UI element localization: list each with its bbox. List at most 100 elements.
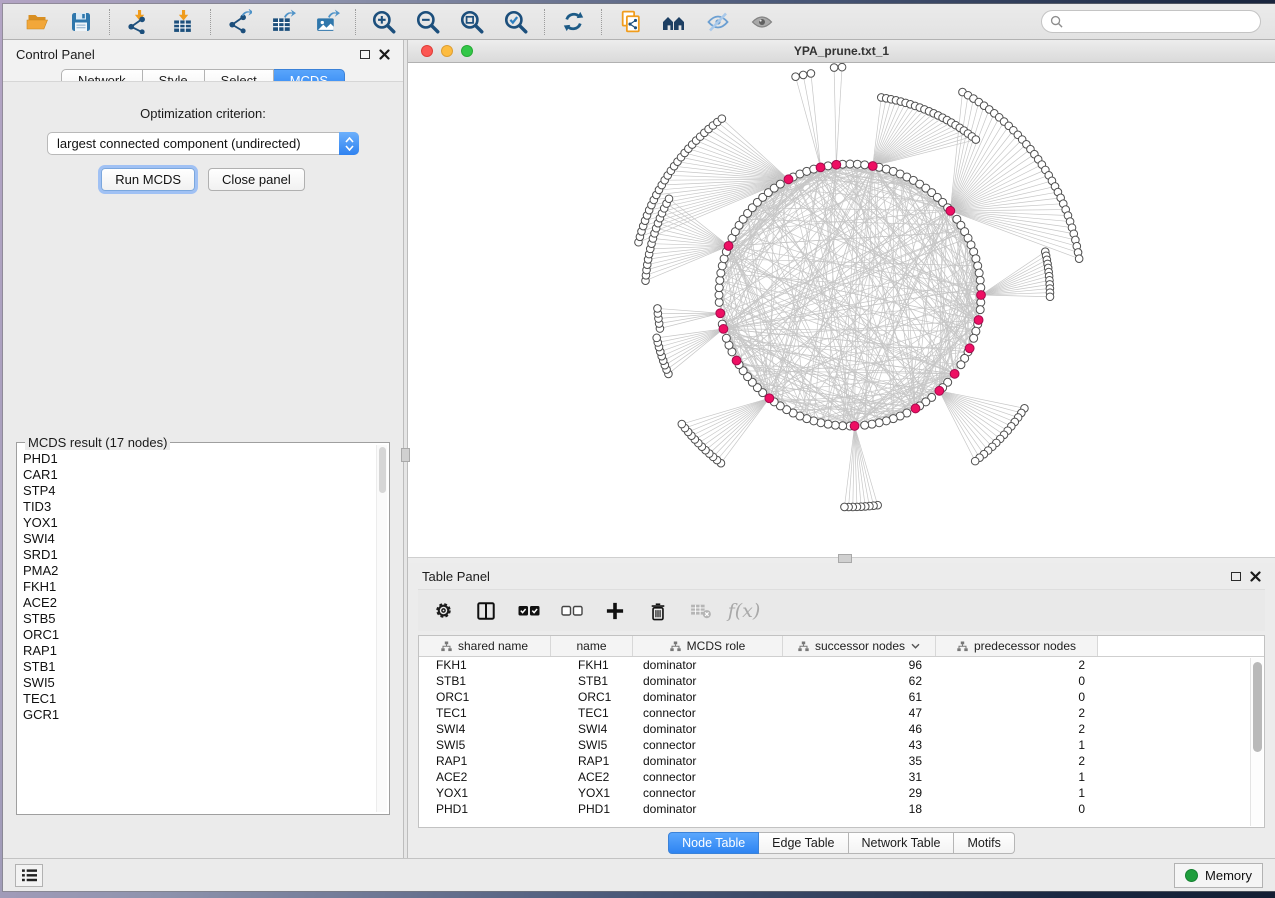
list-item[interactable]: CAR1 <box>23 467 375 483</box>
deselect-all-button[interactable] <box>561 599 583 623</box>
table-cell: 1 <box>936 786 1098 800</box>
table-panel-float-icon[interactable] <box>1231 572 1241 581</box>
list-item[interactable]: TID3 <box>23 499 375 515</box>
add-column-button[interactable] <box>604 599 626 623</box>
column-header-successor-nodes[interactable]: successor nodes <box>783 636 936 656</box>
hide-selected-button[interactable] <box>703 8 733 36</box>
table-cell: RAP1 <box>419 754 551 768</box>
window-zoom-icon[interactable] <box>461 45 473 57</box>
list-item[interactable]: FKH1 <box>23 579 375 595</box>
table-row[interactable]: PHD1PHD1dominator180 <box>419 801 1264 817</box>
table-row[interactable]: ORC1ORC1dominator610 <box>419 689 1264 705</box>
list-item[interactable]: ORC1 <box>23 627 375 643</box>
column-header-predecessor-nodes[interactable]: predecessor nodes <box>936 636 1098 656</box>
tab-network-table[interactable]: Network Table <box>849 832 955 854</box>
table-row[interactable]: TEC1TEC1connector472 <box>419 705 1264 721</box>
refresh-button[interactable] <box>558 8 588 36</box>
criterion-select[interactable]: largest connected component (undirected) <box>47 132 359 155</box>
table-row[interactable]: YOX1YOX1connector291 <box>419 785 1264 801</box>
tab-motifs[interactable]: Motifs <box>954 832 1014 854</box>
apply-function-button[interactable]: f(x) <box>733 599 755 623</box>
list-item[interactable]: STP4 <box>23 483 375 499</box>
table-body: FKH1FKH1dominator962STB1STB1dominator620… <box>419 657 1264 817</box>
list-item[interactable]: YOX1 <box>23 515 375 531</box>
table-cell: 62 <box>783 674 936 688</box>
duplicate-network-button[interactable] <box>615 8 645 36</box>
delete-table-button[interactable] <box>690 599 712 623</box>
table-row[interactable]: SWI5SWI5connector431 <box>419 737 1264 753</box>
control-panel-close-icon[interactable] <box>379 49 390 60</box>
tab-node-table[interactable]: Node Table <box>668 832 759 854</box>
toolbar-group-file <box>9 8 109 36</box>
run-mcds-button[interactable]: Run MCDS <box>101 168 195 191</box>
table-cell: STB1 <box>551 674 633 688</box>
table-cell: SWI4 <box>551 722 633 736</box>
list-item[interactable]: SWI5 <box>23 675 375 691</box>
zoom-fit-button[interactable] <box>457 8 487 36</box>
list-item[interactable]: PMA2 <box>23 563 375 579</box>
table-cell: PHD1 <box>551 802 633 816</box>
table-scrollbar[interactable] <box>1250 658 1263 826</box>
import-table-button[interactable] <box>167 8 197 36</box>
window-close-icon[interactable] <box>421 45 433 57</box>
first-neighbors-button[interactable] <box>659 8 689 36</box>
memory-button[interactable]: Memory <box>1174 863 1263 888</box>
control-panel-float-icon[interactable] <box>360 50 370 59</box>
tab-edge-table[interactable]: Edge Table <box>759 832 848 854</box>
export-image-button[interactable] <box>312 8 342 36</box>
table-row[interactable]: RAP1RAP1dominator352 <box>419 753 1264 769</box>
list-item[interactable]: RAP1 <box>23 643 375 659</box>
zoom-in-button[interactable] <box>369 8 399 36</box>
show-all-button[interactable] <box>747 8 777 36</box>
vertical-splitter[interactable] <box>403 40 408 858</box>
column-header-name[interactable]: name <box>551 636 633 656</box>
node-table: shared namenameMCDS rolesuccessor nodesp… <box>418 635 1265 828</box>
zoom-out-button[interactable] <box>413 8 443 36</box>
close-panel-button[interactable]: Close panel <box>208 168 305 191</box>
list-item[interactable]: GCR1 <box>23 707 375 723</box>
export-network-button[interactable] <box>224 8 254 36</box>
list-item[interactable]: STB1 <box>23 659 375 675</box>
horizontal-splitter[interactable] <box>408 557 1275 563</box>
list-item[interactable]: PHD1 <box>23 451 375 467</box>
criterion-selected-value: largest connected component (undirected) <box>48 136 339 151</box>
column-header-shared-name[interactable]: shared name <box>419 636 551 656</box>
table-row[interactable]: STB1STB1dominator620 <box>419 673 1264 689</box>
list-item[interactable]: SRD1 <box>23 547 375 563</box>
network-graph[interactable] <box>408 63 1273 556</box>
select-all-button[interactable] <box>518 599 540 623</box>
search-input[interactable] <box>1068 15 1252 29</box>
network-window-titlebar[interactable]: YPA_prune.txt_1 <box>408 40 1275 63</box>
list-item[interactable]: STB5 <box>23 611 375 627</box>
table-row[interactable]: FKH1FKH1dominator962 <box>419 657 1264 673</box>
table-row[interactable]: ACE2ACE2connector311 <box>419 769 1264 785</box>
export-table-button[interactable] <box>268 8 298 36</box>
import-network-button[interactable] <box>123 8 153 36</box>
column-header-MCDS-role[interactable]: MCDS role <box>633 636 783 656</box>
table-cell: dominator <box>633 658 783 672</box>
splitter-grip[interactable] <box>401 448 410 462</box>
list-item[interactable]: ACE2 <box>23 595 375 611</box>
mcds-result-scrollbar[interactable] <box>376 445 387 812</box>
splitter-grip[interactable] <box>838 554 852 563</box>
table-settings-button[interactable] <box>432 599 454 623</box>
network-canvas[interactable] <box>408 63 1275 557</box>
sort-desc-icon <box>911 643 920 649</box>
save-button[interactable] <box>66 8 96 36</box>
table-cell: dominator <box>633 690 783 704</box>
open-button[interactable] <box>22 8 52 36</box>
zoom-selected-button[interactable] <box>501 8 531 36</box>
list-item[interactable]: TEC1 <box>23 691 375 707</box>
mcds-result-list[interactable]: PHD1CAR1STP4TID3YOX1SWI4SRD1PMA2FKH1ACE2… <box>23 451 375 812</box>
memory-status-icon <box>1185 869 1198 882</box>
table-row[interactable]: SWI4SWI4dominator462 <box>419 721 1264 737</box>
show-columns-button[interactable] <box>475 599 497 623</box>
table-cell: connector <box>633 738 783 752</box>
table-cell: TEC1 <box>551 706 633 720</box>
delete-column-button[interactable] <box>647 599 669 623</box>
window-minimize-icon[interactable] <box>441 45 453 57</box>
table-panel-close-icon[interactable] <box>1250 571 1261 582</box>
search-box[interactable] <box>1041 10 1261 33</box>
task-history-button[interactable] <box>15 864 43 887</box>
list-item[interactable]: SWI4 <box>23 531 375 547</box>
